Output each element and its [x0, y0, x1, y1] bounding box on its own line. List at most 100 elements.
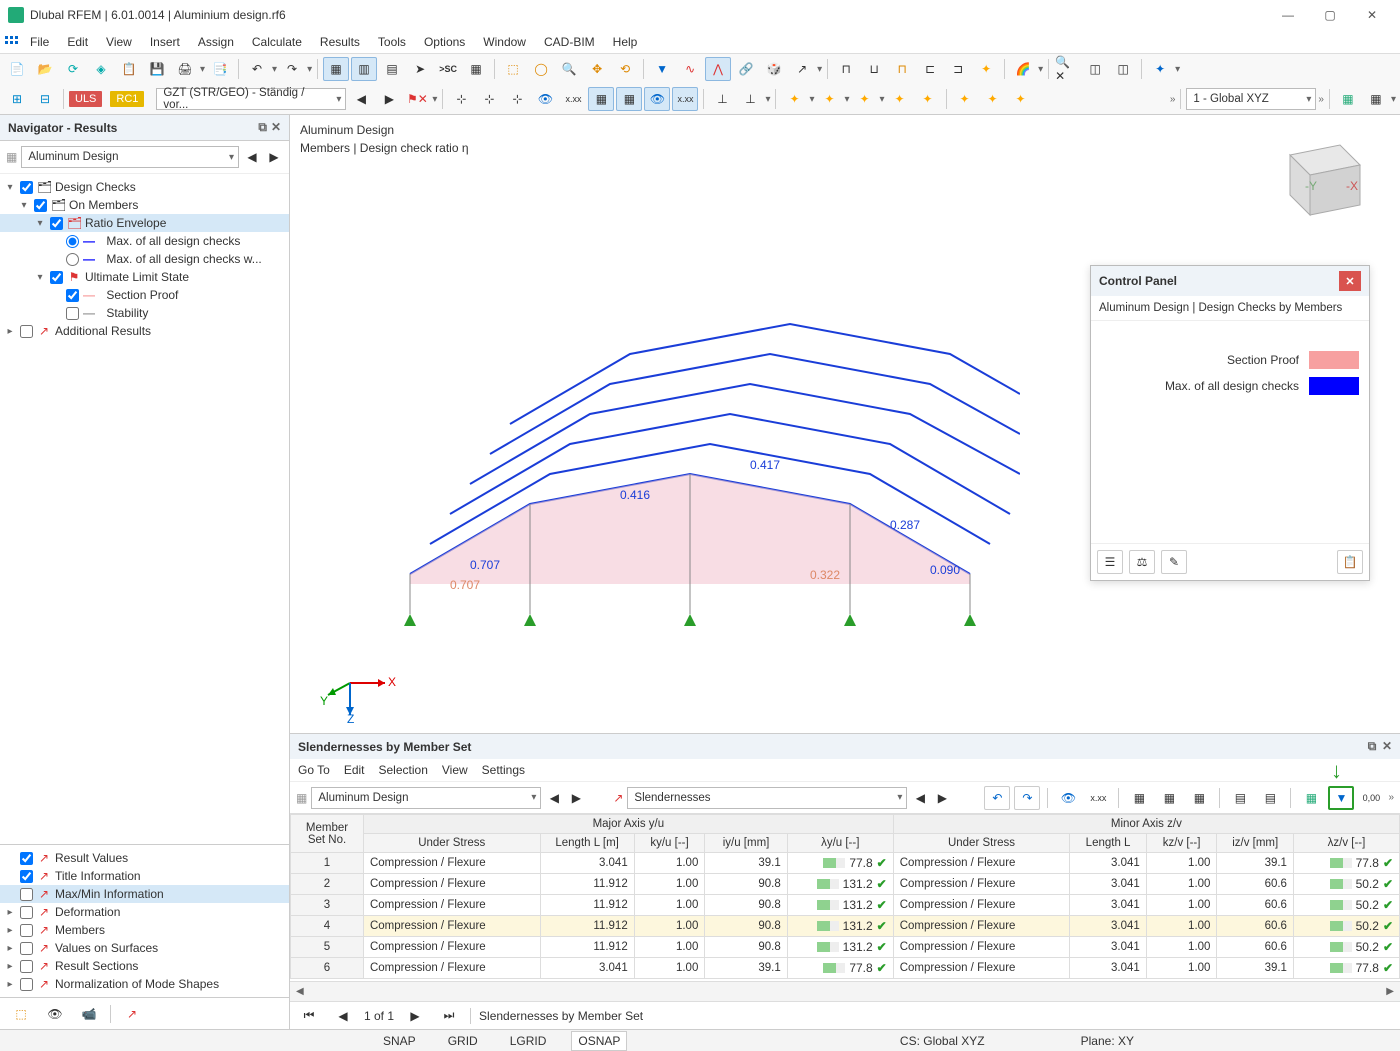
tree-cb-designchecks[interactable] [20, 181, 33, 194]
tree-stability[interactable]: Stability [106, 306, 148, 320]
cs-dropdown[interactable]: 1 - Global XYZ [1186, 88, 1316, 110]
menu-tools[interactable]: Tools [370, 32, 414, 52]
tree-toggle[interactable]: ▸ [4, 979, 16, 990]
tb-filter-icon[interactable]: ▼ [1328, 786, 1354, 810]
table-row[interactable]: 2Compression / Flexure11.9121.0090.8131.… [291, 874, 1400, 895]
tree-toggle[interactable]: ▸ [4, 907, 16, 918]
tree-cb-stability[interactable] [66, 307, 79, 320]
tree-section[interactable]: Section Proof [106, 288, 178, 302]
sparkle5-icon[interactable]: ✦ [915, 87, 941, 111]
span4-icon[interactable]: ⊏ [917, 57, 943, 81]
menu-insert[interactable]: Insert [142, 32, 188, 52]
item-titleinfo[interactable]: Title Information [55, 869, 141, 883]
item-normalize[interactable]: Normalization of Mode Shapes [55, 977, 219, 991]
menu-help[interactable]: Help [605, 32, 646, 52]
tree-cb-uls[interactable] [50, 271, 63, 284]
tb-g5-icon[interactable]: ▤ [1257, 786, 1283, 810]
zoom-icon[interactable]: 🔍 [556, 57, 582, 81]
th-lam2[interactable]: λz/v [--] [1293, 834, 1399, 853]
sparkle3-icon[interactable]: ✦ [852, 87, 878, 111]
pager-prev-icon[interactable]: ◀ [330, 1004, 356, 1028]
rotate-icon[interactable]: ⟲ [612, 57, 638, 81]
badge-uls[interactable]: ULS [69, 91, 102, 107]
th-lam1[interactable]: λy/u [--] [787, 834, 893, 853]
menu-assign[interactable]: Assign [190, 32, 242, 52]
panel-pin-icon[interactable]: ⧉ [258, 120, 267, 135]
control-panel-close[interactable]: ✕ [1339, 271, 1361, 291]
navcube-icon[interactable]: -Y -X [1260, 135, 1370, 225]
table-row[interactable]: 4Compression / Flexure11.9121.0090.8131.… [291, 916, 1400, 937]
viewport-3d[interactable]: Aluminum Design Members | Design check r… [290, 115, 1400, 734]
tree-cb-ratio[interactable] [50, 217, 63, 230]
tb-g3-icon[interactable]: ▦ [1186, 786, 1212, 810]
cb-sections[interactable] [20, 960, 33, 973]
eye-icon[interactable]: 👁 [532, 87, 558, 111]
calc-icon[interactable]: ▦ [463, 57, 489, 81]
results-menu-settings[interactable]: Settings [482, 763, 525, 777]
grid1-icon[interactable]: ▦ [588, 87, 614, 111]
results-table[interactable]: Member Set No. Major Axis y/u Minor Axis… [290, 814, 1400, 979]
search-icon[interactable]: 🔍✕ [1054, 57, 1080, 81]
hscroll-right-icon[interactable]: ▶ [1386, 986, 1394, 997]
tree-additional[interactable]: Additional Results [55, 324, 151, 338]
tb-overflow-icon[interactable]: » [1388, 792, 1394, 803]
footer-graph-icon[interactable]: ↗ [119, 1002, 145, 1026]
script-icon[interactable]: >SC [435, 57, 461, 81]
tree-cb-onmembers[interactable] [34, 199, 47, 212]
sparkle4-icon[interactable]: ✦ [887, 87, 913, 111]
status-lgrid[interactable]: LGRID [503, 1031, 554, 1051]
tree-uls[interactable]: Ultimate Limit State [85, 270, 189, 284]
th-i2[interactable]: iz/v [mm] [1217, 834, 1294, 853]
view3-icon[interactable]: ▤ [379, 57, 405, 81]
prev-lc-icon[interactable]: ◀ [348, 87, 374, 111]
pager-first-icon[interactable]: ⏮ [296, 1004, 322, 1028]
navcombo-prev-icon[interactable]: ◀ [243, 145, 261, 169]
results-combo1-prev[interactable]: ◀ [545, 786, 563, 810]
menu-edit[interactable]: Edit [59, 32, 96, 52]
cb-members[interactable] [20, 924, 33, 937]
save-icon[interactable]: 💾 [144, 57, 170, 81]
cp-legend-icon[interactable]: ☰ [1097, 550, 1123, 574]
tb-xxx-icon[interactable]: x.xx [1085, 786, 1111, 810]
tree-toggle[interactable]: ▸ [4, 326, 16, 337]
xxx2-icon[interactable]: x.xx [672, 87, 698, 111]
res1-icon[interactable]: ⊹ [448, 87, 474, 111]
arrow-icon[interactable]: ➤ [407, 57, 433, 81]
th-k1[interactable]: ky/u [--] [634, 834, 705, 853]
item-maxmin[interactable]: Max/Min Information [55, 887, 164, 901]
xxx1-icon[interactable]: x.xx [560, 87, 586, 111]
tb-export-icon[interactable]: ▦ [1298, 786, 1324, 810]
window2-icon[interactable]: ⊟ [32, 87, 58, 111]
copy-icon[interactable]: 📋 [116, 57, 142, 81]
results-combo2-next[interactable]: ▶ [933, 786, 951, 810]
view2-icon[interactable]: ▥ [351, 57, 377, 81]
tree-cb-section[interactable] [66, 289, 79, 302]
tree-onmembers[interactable]: On Members [69, 198, 138, 212]
cube1-icon[interactable]: ◫ [1082, 57, 1108, 81]
tree-ratioenvelope[interactable]: Ratio Envelope [85, 216, 166, 230]
results-menu-view[interactable]: View [442, 763, 468, 777]
toolbar-overflow2-icon[interactable]: » [1318, 94, 1324, 105]
pager-next-icon[interactable]: ▶ [402, 1004, 428, 1028]
results-menu-edit[interactable]: Edit [344, 763, 365, 777]
badge-rc1[interactable]: RC1 [110, 91, 144, 107]
results-combo2[interactable]: Slendernesses [627, 787, 907, 809]
results-menu-goto[interactable]: Go To [298, 763, 330, 777]
tree-maxall[interactable]: Max. of all design checks [106, 234, 240, 248]
menu-cadbim[interactable]: CAD-BIM [536, 32, 603, 52]
eye2-icon[interactable]: 👁 [644, 87, 670, 111]
graph2-icon[interactable]: ⋀ [705, 57, 731, 81]
sparkle7-icon[interactable]: ✦ [980, 87, 1006, 111]
tb-g2-icon[interactable]: ▦ [1156, 786, 1182, 810]
sparkle1-icon[interactable]: ✦ [781, 87, 807, 111]
toolbar-dropdown-icon[interactable]: ▾ [200, 64, 205, 75]
menu-view[interactable]: View [98, 32, 140, 52]
item-surfaces[interactable]: Values on Surfaces [55, 941, 158, 955]
colormap-icon[interactable]: 🌈 [1010, 57, 1036, 81]
flag-del-icon[interactable]: ⚑✕ [404, 87, 430, 111]
status-grid[interactable]: GRID [441, 1031, 485, 1051]
cb-titleinfo[interactable] [20, 870, 33, 883]
maximize-button[interactable]: ▢ [1310, 2, 1350, 28]
table-row[interactable]: 6Compression / Flexure3.0411.0039.177.8 … [291, 958, 1400, 979]
cb-normalize[interactable] [20, 978, 33, 991]
